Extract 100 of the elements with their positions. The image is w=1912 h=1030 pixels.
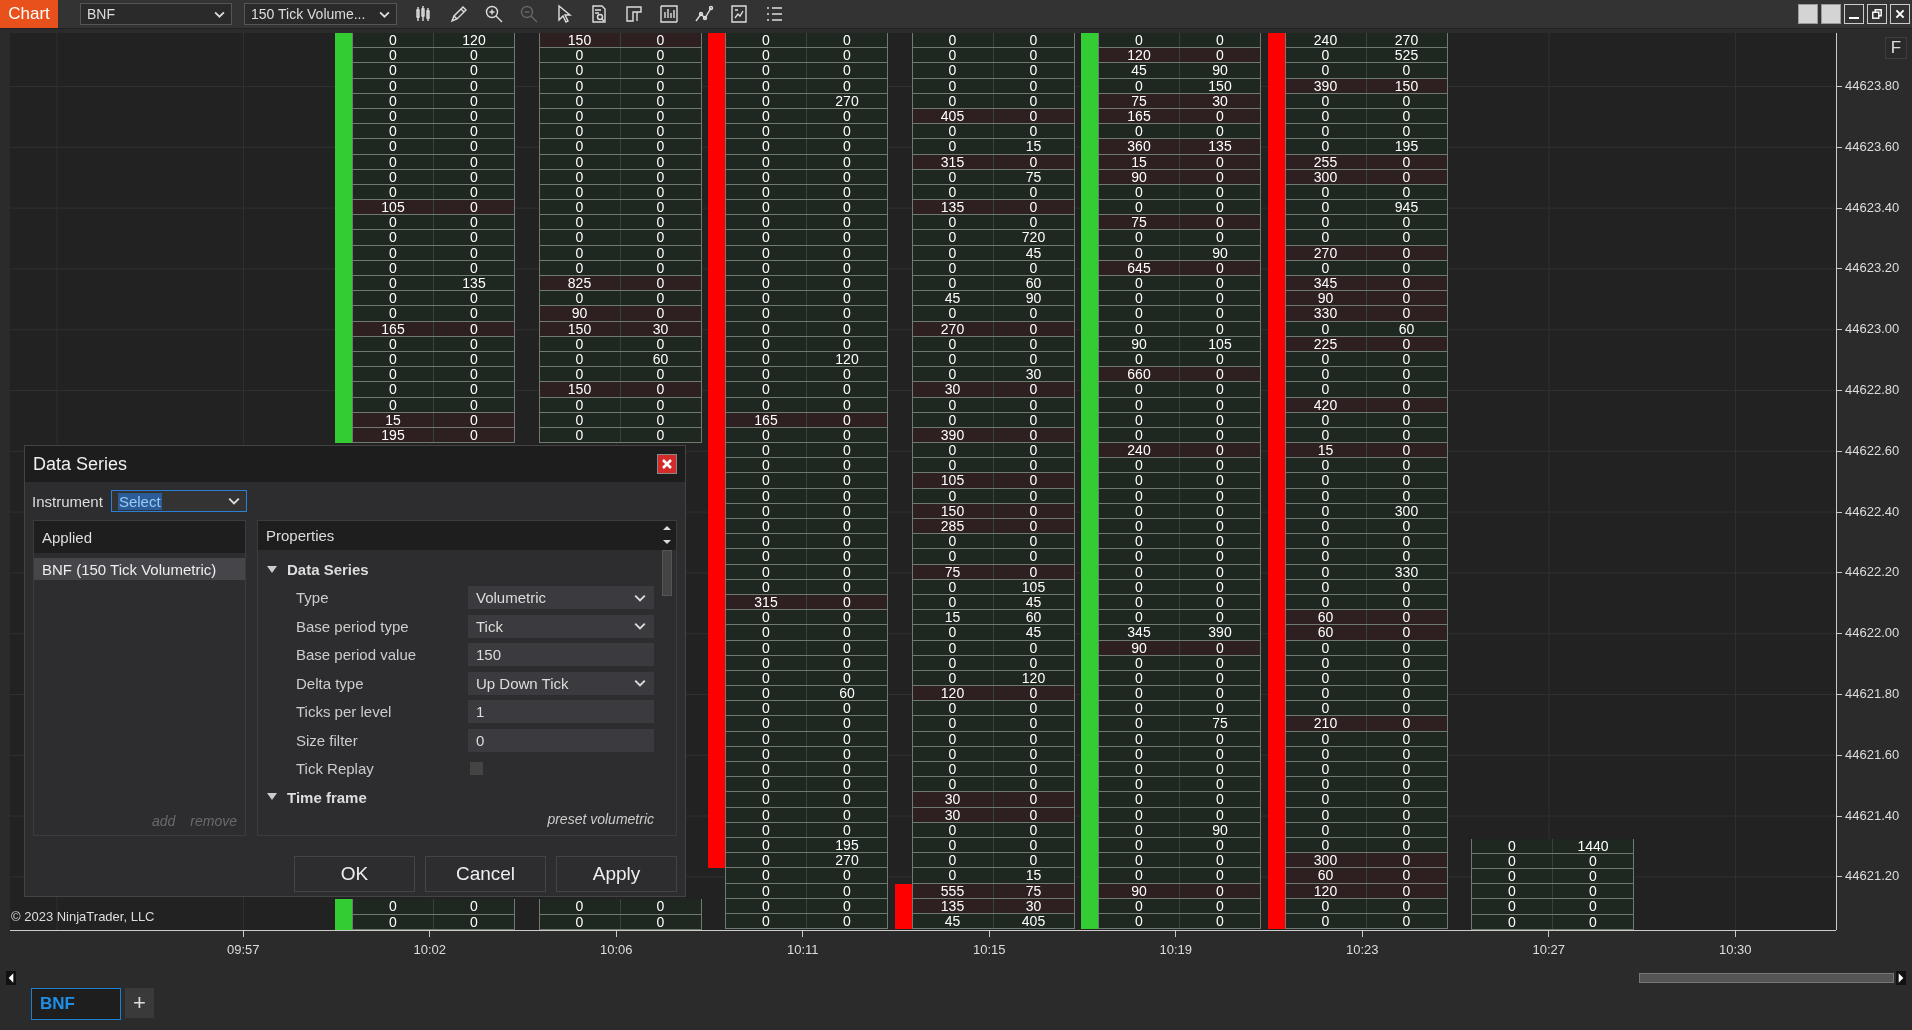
- ask-volume: 0: [992, 777, 1074, 792]
- bid-volume: 0: [761, 655, 771, 670]
- caret-icon: [227, 497, 240, 505]
- bid-volume: 0: [761, 139, 771, 154]
- property-dropdown[interactable]: Up Down Tick: [468, 671, 654, 695]
- pencil-icon[interactable]: [449, 4, 469, 24]
- line-chart-icon[interactable]: [694, 4, 714, 24]
- property-label: Delta type: [296, 674, 365, 692]
- bid-volume: 0: [1134, 200, 1144, 215]
- chart-menu-button[interactable]: Chart: [0, 0, 58, 28]
- bid-volume: 0: [761, 245, 771, 260]
- price-label: 44621.80: [1845, 685, 1900, 702]
- list-icon[interactable]: [764, 4, 784, 24]
- restore-button[interactable]: [1867, 4, 1887, 24]
- dialog-button[interactable]: OK: [294, 856, 415, 892]
- scroll-left-icon[interactable]: [6, 971, 16, 985]
- ask-volume: 0: [433, 78, 514, 93]
- bid-volume: 0: [1134, 124, 1144, 139]
- ask-volume: 0: [433, 260, 514, 275]
- ask-volume: 0: [1179, 549, 1260, 564]
- bid-volume: 0: [1320, 351, 1331, 367]
- tile-button[interactable]: [1798, 4, 1818, 24]
- applied-series-item[interactable]: BNF (150 Tick Volumetric): [34, 558, 245, 580]
- frame-icon[interactable]: [624, 4, 644, 24]
- ask-volume: 0: [806, 640, 887, 655]
- document-search-icon[interactable]: [589, 4, 609, 24]
- bid-volume: 75: [1130, 93, 1148, 108]
- bid-volume: 105: [939, 473, 966, 488]
- bid-volume: 0: [761, 716, 771, 731]
- bid-volume: 0: [947, 868, 958, 883]
- ask-volume: 0: [992, 200, 1074, 215]
- property-field[interactable]: 1: [468, 700, 654, 724]
- instrument-dropdown[interactable]: BNF: [80, 3, 232, 25]
- tile-button[interactable]: [1821, 4, 1841, 24]
- chart-frame-icon[interactable]: [659, 4, 679, 24]
- ask-volume: 0: [619, 899, 701, 914]
- bid-volume: 0: [1134, 412, 1144, 427]
- bid-volume: 0: [761, 731, 771, 746]
- ask-volume: 60: [619, 351, 701, 367]
- ask-volume: 135: [1179, 139, 1260, 154]
- scroll-up-icon[interactable]: [662, 525, 672, 532]
- ask-volume: 0: [1365, 519, 1447, 534]
- bid-volume: 150: [566, 33, 593, 48]
- bid-volume: 0: [761, 746, 771, 761]
- ask-volume: 0: [1179, 306, 1260, 321]
- ask-volume: 0: [619, 382, 701, 397]
- ask-volume: 0: [1179, 351, 1260, 367]
- bid-volume: 0: [1134, 549, 1144, 564]
- chart-tab[interactable]: BNF: [31, 988, 121, 1020]
- time-label: 10:02: [413, 942, 446, 957]
- add-tab-button[interactable]: +: [125, 988, 154, 1018]
- bid-volume: 240: [1126, 443, 1152, 458]
- ask-volume: 135: [433, 276, 514, 291]
- bid-volume: 0: [574, 230, 585, 245]
- bid-volume: 30: [943, 807, 962, 822]
- property-field[interactable]: 0: [468, 728, 654, 752]
- fit-button[interactable]: F: [1885, 37, 1907, 59]
- bid-volume: 0: [947, 230, 958, 245]
- bid-volume: 0: [1134, 807, 1144, 822]
- expand-arrow-icon[interactable]: [267, 793, 277, 801]
- ask-volume: 0: [433, 336, 514, 351]
- ask-volume: 0: [1365, 868, 1447, 883]
- bid-volume: 0: [574, 351, 585, 367]
- bid-volume: 0: [1320, 184, 1331, 200]
- minimize-button[interactable]: [1844, 4, 1864, 24]
- property-field[interactable]: 150: [468, 643, 654, 667]
- close-icon[interactable]: [657, 454, 677, 474]
- bid-volume: 0: [574, 169, 585, 184]
- scroll-thumb[interactable]: [662, 549, 672, 596]
- bid-volume: 0: [1134, 78, 1144, 93]
- bid-volume: 0: [947, 579, 958, 594]
- price-label: 44622.00: [1845, 625, 1900, 642]
- scroll-right-icon[interactable]: [1896, 971, 1906, 985]
- instrument-select[interactable]: Select: [110, 490, 247, 512]
- ask-volume: 0: [806, 139, 887, 154]
- ask-volume: 195: [1365, 139, 1447, 154]
- property-dropdown[interactable]: Volumetric: [468, 586, 654, 610]
- scroll-thumb[interactable]: [1639, 973, 1894, 983]
- bid-volume: 90: [1130, 640, 1148, 655]
- document-chart-icon[interactable]: [729, 4, 749, 24]
- expand-arrow-icon[interactable]: [267, 565, 277, 574]
- ask-volume: 0: [992, 731, 1074, 746]
- series-dropdown[interactable]: 150 Tick Volume...: [244, 3, 397, 25]
- zoom-in-icon[interactable]: [484, 4, 504, 24]
- bid-volume: 0: [1507, 884, 1517, 899]
- ask-volume: 0: [992, 443, 1074, 458]
- preset-link[interactable]: preset volumetric: [547, 811, 654, 827]
- dialog-button[interactable]: Apply: [556, 856, 677, 892]
- panel-header: Properties: [266, 526, 335, 544]
- scroll-down-icon[interactable]: [662, 539, 672, 546]
- bid-volume: 225: [1312, 336, 1339, 351]
- ask-volume: 0: [992, 837, 1074, 853]
- property-dropdown[interactable]: Tick: [468, 614, 654, 638]
- dialog-button[interactable]: Cancel: [425, 856, 546, 892]
- ask-volume: 0: [1365, 108, 1447, 124]
- price-label: 44621.40: [1845, 807, 1900, 824]
- ask-volume: 60: [806, 686, 887, 701]
- ask-volume: 90: [1179, 822, 1260, 837]
- close-button[interactable]: [1890, 4, 1910, 24]
- bid-volume: 0: [1320, 792, 1331, 807]
